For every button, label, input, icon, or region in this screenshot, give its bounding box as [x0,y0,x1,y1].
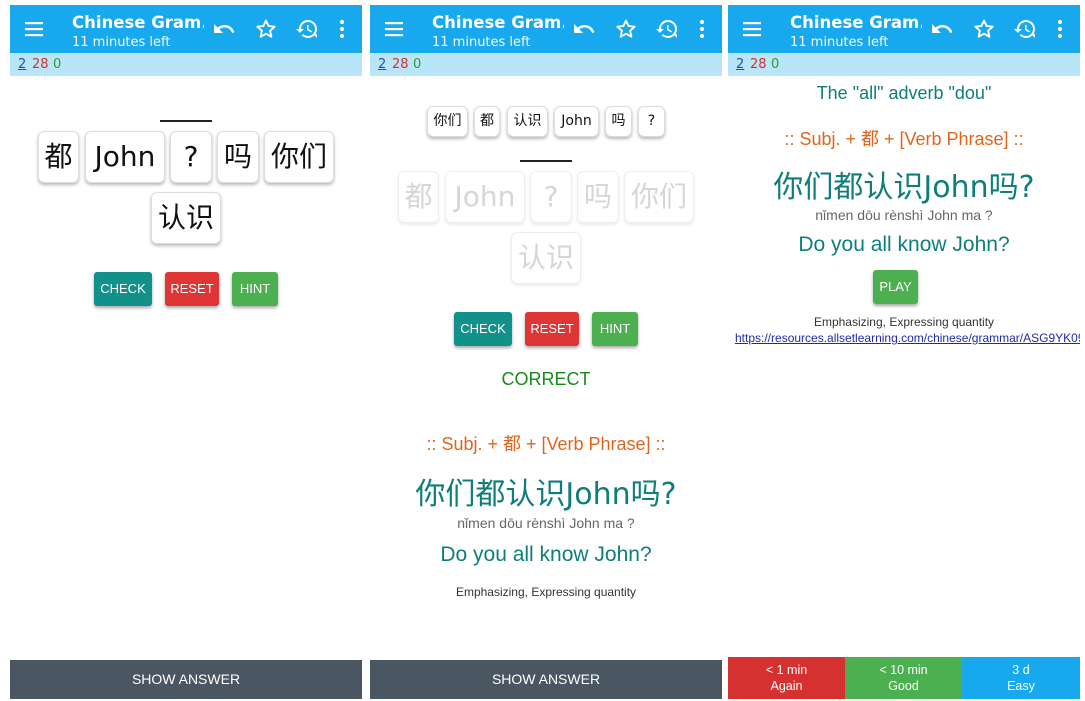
answer-tile[interactable]: John [554,106,599,137]
app-bar: Chinese Gram... 11 minutes left [10,5,362,53]
undo-icon[interactable] [572,17,596,41]
word-tile[interactable]: 认识 [151,192,221,244]
answer-blank [520,160,572,162]
card-title: The "all" adverb "dou" [816,83,992,103]
time-left: 11 minutes left [432,35,531,50]
app-bar: Chinese Gram... 11 minutes left [370,5,722,53]
good-interval: < 10 min [879,663,928,677]
deck-title: Chinese Gram... [432,13,564,32]
schedule-history-icon[interactable] [1013,17,1037,41]
word-tile[interactable]: 吗 [217,131,259,183]
answer-screen-panel: Chinese Gram... 11 minutes left 2 28 0 T… [728,5,1080,699]
time-left: 11 minutes left [72,35,171,50]
reset-button[interactable]: RESET [165,272,219,306]
answer-tile[interactable]: 认识 [507,106,548,137]
answer-tile[interactable]: 你们 [427,106,468,137]
good-label: Good [888,679,919,693]
again-label: Again [770,679,803,693]
menu-icon[interactable] [384,19,404,39]
word-tile[interactable]: 你们 [264,131,334,183]
pinyin: nǐmen dōu rènshì John ma ? [457,515,635,531]
schedule-history-icon[interactable] [295,17,319,41]
answer-tile[interactable]: 都 [474,106,500,137]
chinese-sentence: 你们都认识John吗? [773,170,1035,205]
word-tile[interactable]: 都 [38,131,79,183]
more-options-icon[interactable] [332,17,352,41]
app-bar: Chinese Gram... 11 minutes left [728,5,1080,53]
star-icon[interactable] [972,17,996,41]
again-interval: < 1 min [765,663,808,677]
card-counts-bar: 2 28 0 [728,53,1080,76]
used-word-tile: 认识 [511,232,581,284]
good-button[interactable]: < 10 min Good [845,657,962,699]
chinese-sentence: 你们都认识John吗? [415,477,677,512]
answer-blank [160,120,212,122]
hint-button[interactable]: HINT [592,312,638,346]
check-button[interactable]: CHECK [454,312,512,346]
easy-label: Easy [1007,679,1035,693]
pinyin: nǐmen dōu rènshì John ma ? [815,207,993,223]
more-options-icon[interactable] [692,17,712,41]
schedule-history-icon[interactable] [655,17,679,41]
review-count: 0 [413,57,422,72]
learning-count: 28 [32,57,49,72]
answer-tile[interactable]: 吗 [605,106,632,137]
menu-icon[interactable] [24,19,44,39]
star-icon[interactable] [614,17,638,41]
card-counts-bar: 2 28 0 [10,53,362,76]
deck-title: Chinese Gram... [790,13,922,32]
undo-icon[interactable] [930,17,954,41]
show-answer-button[interactable]: SHOW ANSWER [370,660,722,699]
new-count[interactable]: 2 [736,57,744,72]
time-left: 11 minutes left [790,35,889,50]
word-tile[interactable]: ? [170,131,212,183]
hint-button[interactable]: HINT [232,272,278,306]
card-counts-bar: 2 28 0 [370,53,722,76]
used-word-tile: ? [530,171,572,223]
used-word-tile: 吗 [577,171,619,223]
again-button[interactable]: < 1 min Again [728,657,845,699]
grammar-pattern: :: Subj. + 都 + [Verb Phrase] :: [784,129,1024,149]
checked-answer-panel: Chinese Gram... 11 minutes left 2 28 0 你… [370,5,722,699]
tags: Emphasizing, Expressing quantity [813,315,995,329]
tags: Emphasizing, Expressing quantity [455,585,637,599]
reset-button[interactable]: RESET [525,312,579,346]
play-audio-button[interactable]: PLAY [873,270,918,304]
grammar-reference-link[interactable]: https://resources.allsetlearning.com/chi… [735,331,1080,345]
used-word-tile: John [445,171,525,223]
translation: Do you all know John? [440,543,652,566]
easy-interval: 3 d [1012,663,1030,677]
new-count[interactable]: 2 [378,57,386,72]
show-answer-button[interactable]: SHOW ANSWER [10,660,362,699]
menu-icon[interactable] [742,19,762,39]
learning-count: 28 [392,57,409,72]
grammar-pattern: :: Subj. + 都 + [Verb Phrase] :: [426,434,666,454]
review-count: 0 [771,57,780,72]
used-word-tile: 都 [398,171,439,223]
undo-icon[interactable] [212,17,236,41]
review-count: 0 [53,57,62,72]
new-count[interactable]: 2 [18,57,26,72]
word-tile[interactable]: John [85,131,165,183]
check-button[interactable]: CHECK [94,272,152,306]
used-word-tile: 你们 [624,171,694,223]
deck-title: Chinese Gram... [72,13,204,32]
star-icon[interactable] [254,17,278,41]
more-options-icon[interactable] [1050,17,1070,41]
easy-button[interactable]: 3 d Easy [962,657,1080,699]
translation: Do you all know John? [798,233,1010,256]
learning-count: 28 [750,57,767,72]
correct-feedback: CORRECT [501,369,591,389]
answer-tile[interactable]: ? [638,106,665,137]
question-screen-panel: Chinese Gram... 11 minutes left 2 28 0 都… [10,5,362,699]
